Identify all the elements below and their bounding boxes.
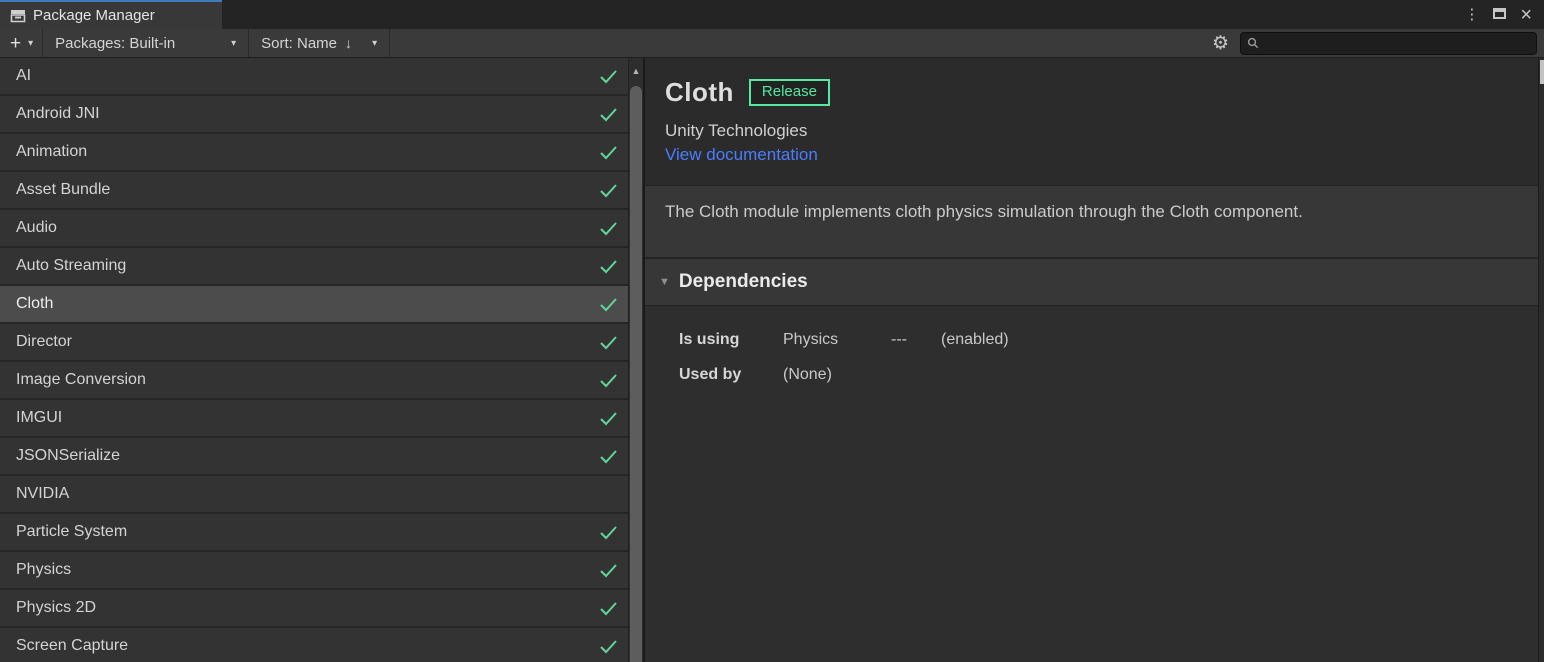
content-area: AI Android JNI Animation Asset Bundle Audio A… [0,58,1544,662]
dependencies-body: Is usingPhysics---(enabled)Used by(None) [645,305,1538,662]
dependency-label: Used by [679,366,783,384]
package-name: Cloth [16,295,599,313]
plus-icon: + [10,34,21,53]
package-list-item[interactable]: Image Conversion [0,362,628,400]
package-description: The Cloth module implements cloth physic… [645,185,1538,257]
scroll-up-arrow-icon[interactable]: ▲ [629,58,643,84]
installed-check-icon [599,183,618,198]
package-list-item[interactable]: AI [0,58,628,96]
dependency-row: Is usingPhysics---(enabled) [679,322,1538,357]
package-list-item[interactable]: NVIDIA [0,476,628,514]
installed-check-icon [599,221,618,236]
package-list: AI Android JNI Animation Asset Bundle Audio A… [0,58,628,662]
installed-check-icon [599,259,618,274]
package-list-item[interactable]: Cloth [0,286,628,324]
package-name: Particle System [16,523,599,541]
foldout-triangle-icon: ▼ [659,276,670,288]
window-controls: ⋮ × [1464,0,1544,29]
package-list-item[interactable]: Physics [0,552,628,590]
package-name: Screen Capture [16,637,599,655]
toolbar-spacer [390,29,1212,57]
dependency-status: (enabled) [941,331,1538,349]
dependencies-heading: Dependencies [679,271,808,293]
search-input[interactable] [1263,36,1530,51]
package-list-item[interactable]: Audio [0,210,628,248]
package-name: Physics 2D [16,599,599,617]
installed-check-icon [599,335,618,350]
sort-direction-icon: ↓ [345,35,352,51]
package-list-item[interactable]: Auto Streaming [0,248,628,286]
sort-dropdown[interactable]: Sort: Name ↓ ▾ [249,29,389,57]
search-box[interactable] [1240,32,1537,55]
package-name: Android JNI [16,105,599,123]
package-name: JSONSerialize [16,447,599,465]
package-manager-icon [10,9,26,23]
chevron-down-icon: ▾ [231,38,236,49]
installed-check-icon [599,411,618,426]
search-icon [1247,37,1259,49]
dependency-name: Physics [783,331,891,349]
installed-check-icon [599,145,618,160]
list-scrollbar-thumb[interactable] [630,86,642,662]
package-name: Audio [16,219,599,237]
kebab-menu-icon[interactable]: ⋮ [1464,7,1479,22]
package-list-item[interactable]: Screen Capture [0,628,628,662]
package-list-item[interactable]: Particle System [0,514,628,552]
package-list-item[interactable]: Director [0,324,628,362]
package-name: Animation [16,143,599,161]
details-scrollbar[interactable] [1538,58,1544,662]
installed-check-icon [599,107,618,122]
package-manager-window: Package Manager ⋮ × + ▾ Packages: Built-… [0,0,1544,662]
installed-check-icon [599,373,618,388]
window-title: Package Manager [33,7,155,24]
release-badge: Release [749,79,830,106]
sort-label: Sort: Name [261,35,337,52]
installed-check-icon [599,639,618,654]
dependency-name: (None) [783,366,891,384]
package-list-item[interactable]: JSONSerialize [0,438,628,476]
package-details-pane: Cloth Release Unity Technologies View do… [645,58,1538,662]
tab-package-manager[interactable]: Package Manager [0,0,222,29]
package-author: Unity Technologies [665,121,1538,141]
package-name: IMGUI [16,409,599,427]
package-name: Physics [16,561,599,579]
dependency-version: --- [891,331,941,349]
installed-check-icon [599,525,618,540]
dependency-row: Used by(None) [679,357,1538,392]
installed-check-icon [599,297,618,312]
close-icon[interactable]: × [1520,5,1532,25]
view-documentation-link[interactable]: View documentation [665,145,818,165]
list-scrollbar[interactable]: ▲ [628,58,645,662]
package-list-item[interactable]: Android JNI [0,96,628,134]
package-title: Cloth [665,77,734,108]
package-list-item[interactable]: IMGUI [0,400,628,438]
maximize-icon[interactable] [1493,6,1506,24]
window-titlebar: Package Manager ⋮ × [0,0,1544,29]
add-package-button[interactable]: + ▾ [0,29,42,57]
dependency-label: Is using [679,331,783,349]
installed-check-icon [599,601,618,616]
details-scrollbar-thumb[interactable] [1540,60,1544,84]
package-list-item[interactable]: Physics 2D [0,590,628,628]
package-name: Image Conversion [16,371,599,389]
package-list-item[interactable]: Asset Bundle [0,172,628,210]
installed-check-icon [599,563,618,578]
package-name: Auto Streaming [16,257,599,275]
package-name: Director [16,333,599,351]
dependencies-section-header[interactable]: ▼ Dependencies [645,257,1538,305]
package-name: NVIDIA [16,485,618,503]
package-list-item[interactable]: Animation [0,134,628,172]
packages-filter-dropdown[interactable]: Packages: Built-in ▾ [43,29,248,57]
gear-icon[interactable]: ⚙ [1212,29,1240,57]
packages-filter-label: Packages: Built-in [55,35,175,52]
package-name: Asset Bundle [16,181,599,199]
installed-check-icon [599,69,618,84]
chevron-down-icon: ▾ [28,38,33,49]
chevron-down-icon: ▾ [372,38,377,49]
toolbar: + ▾ Packages: Built-in ▾ Sort: Name ↓ ▾ … [0,29,1544,58]
package-name: AI [16,67,599,85]
details-header: Cloth Release Unity Technologies View do… [645,58,1538,185]
installed-check-icon [599,449,618,464]
